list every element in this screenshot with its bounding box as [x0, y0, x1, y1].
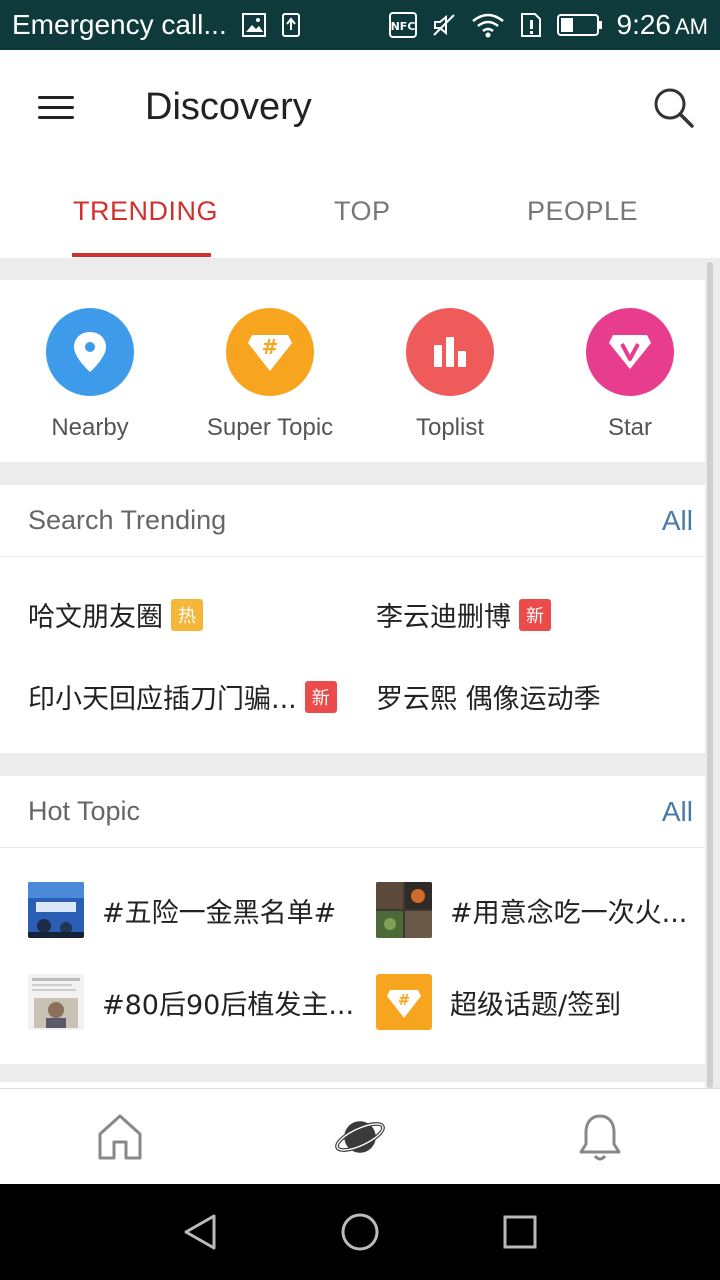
topic-text: #用意念吃一次火... — [450, 897, 688, 929]
upload-icon — [281, 12, 301, 38]
trending-item[interactable]: 罗云熙 偶像运动季 — [376, 677, 601, 716]
clock-time: 9:26 — [616, 9, 672, 40]
see-all-link[interactable]: All — [662, 796, 693, 828]
super-topic-icon: # — [376, 974, 432, 1030]
hot-badge: 热 — [171, 598, 203, 631]
status-bar: Emergency call... NFC 9:26 AM — [0, 0, 720, 50]
tab-bar: TRENDING TOP PEOPLE — [0, 160, 720, 258]
nfc-icon: NFC — [388, 12, 417, 38]
topic-thumbnail — [376, 882, 432, 938]
category-toplist[interactable]: Toplist — [365, 308, 535, 442]
menu-button[interactable] — [38, 96, 74, 120]
carrier-text: Emergency call... — [12, 9, 227, 40]
back-triangle-icon — [184, 1214, 216, 1250]
hot-topic-item[interactable]: # 超级话题/签到 — [376, 974, 698, 1030]
section-title: Hot Topic — [28, 796, 141, 826]
location-pin-icon — [46, 308, 134, 396]
home-tab[interactable] — [94, 1111, 146, 1163]
svg-text:#: # — [262, 335, 279, 359]
star-v-icon — [586, 308, 674, 396]
hot-topic-item[interactable]: #五险一金黑名单# — [28, 882, 358, 938]
trending-item-text: 李云迪删博 — [376, 602, 511, 633]
wifi-icon — [471, 12, 505, 38]
category-label: Toplist — [415, 414, 485, 441]
discover-tab[interactable] — [334, 1111, 386, 1163]
search-icon — [654, 88, 694, 128]
home-icon — [98, 1114, 142, 1160]
image-icon — [241, 12, 267, 38]
category-super-topic[interactable]: # Super Topic — [185, 308, 355, 442]
category-shortcuts: Nearby # Super Topic Toplist Star — [0, 280, 705, 462]
page-title: Discovery — [145, 86, 312, 128]
trending-item[interactable]: 印小天回应插刀门骗... 新 — [28, 677, 337, 716]
discover-planet-icon — [335, 1121, 385, 1153]
bar-chart-icon — [406, 308, 494, 396]
tab-people[interactable]: PEOPLE — [527, 196, 638, 227]
home-circle-icon — [341, 1213, 379, 1251]
tab-top[interactable]: TOP — [334, 196, 391, 227]
trending-item[interactable]: 李云迪删博 新 — [376, 595, 551, 634]
scrollbar[interactable] — [707, 262, 713, 1088]
hot-topic-card: Hot Topic All #五险一金黑名单# #用意念吃一次火... #80后… — [0, 776, 705, 1064]
svg-text:#: # — [398, 991, 411, 1009]
clock: 9:26 AM — [617, 9, 709, 41]
super-topic-icon: # — [226, 308, 314, 396]
hamburger-line-icon — [38, 116, 74, 119]
category-label: Star — [607, 414, 652, 441]
section-title: Search Trending — [28, 505, 227, 535]
recents-square-icon — [503, 1215, 537, 1249]
topic-thumbnail — [28, 974, 84, 1030]
topic-thumbnail — [28, 882, 84, 938]
clock-ampm: AM — [675, 14, 708, 39]
trending-item-text: 罗云熙 偶像运动季 — [376, 684, 601, 715]
topic-text: #80后90后植发主... — [102, 989, 355, 1021]
app-bar: Discovery — [0, 50, 720, 160]
new-badge: 新 — [304, 680, 337, 713]
trending-item-text: 印小天回应插刀门骗... — [28, 684, 297, 715]
recents-button[interactable] — [500, 1212, 540, 1252]
new-badge: 新 — [519, 598, 551, 631]
topic-text: #五险一金黑名单# — [102, 897, 337, 929]
trending-item[interactable]: 哈文朋友圈 热 — [28, 595, 203, 634]
system-nav-bar — [0, 1184, 720, 1280]
sim-icon — [519, 12, 543, 38]
svg-text:NFC: NFC — [390, 20, 415, 33]
active-tab-indicator — [72, 253, 211, 257]
home-system-button[interactable] — [340, 1212, 380, 1252]
category-label: Nearby — [51, 414, 129, 441]
category-label: Super Topic — [206, 414, 334, 441]
notification-bell-icon — [579, 1114, 621, 1161]
category-star[interactable]: Star — [545, 308, 715, 442]
notifications-tab[interactable] — [574, 1111, 626, 1163]
mute-icon — [431, 12, 457, 38]
category-nearby[interactable]: Nearby — [5, 308, 175, 442]
see-all-link[interactable]: All — [662, 505, 693, 537]
screen: Emergency call... NFC 9:26 AM Discovery … — [0, 0, 720, 1280]
hot-topic-item[interactable]: #用意念吃一次火... — [376, 882, 698, 938]
hamburger-line-icon — [38, 96, 74, 99]
hot-topic-header: Hot Topic All — [0, 776, 705, 848]
hamburger-line-icon — [38, 106, 74, 109]
search-button[interactable] — [652, 86, 696, 130]
bottom-nav — [0, 1088, 720, 1184]
search-trending-header: Search Trending All — [0, 485, 705, 557]
battery-icon — [556, 13, 603, 37]
topic-text: 超级话题/签到 — [450, 989, 622, 1021]
tab-trending[interactable]: TRENDING — [73, 196, 218, 227]
back-button[interactable] — [180, 1212, 220, 1252]
trending-item-text: 哈文朋友圈 — [28, 602, 163, 633]
search-trending-card: Search Trending All 哈文朋友圈 热 李云迪删博 新 印小天回… — [0, 485, 705, 753]
hot-topic-item[interactable]: #80后90后植发主... — [28, 974, 358, 1030]
